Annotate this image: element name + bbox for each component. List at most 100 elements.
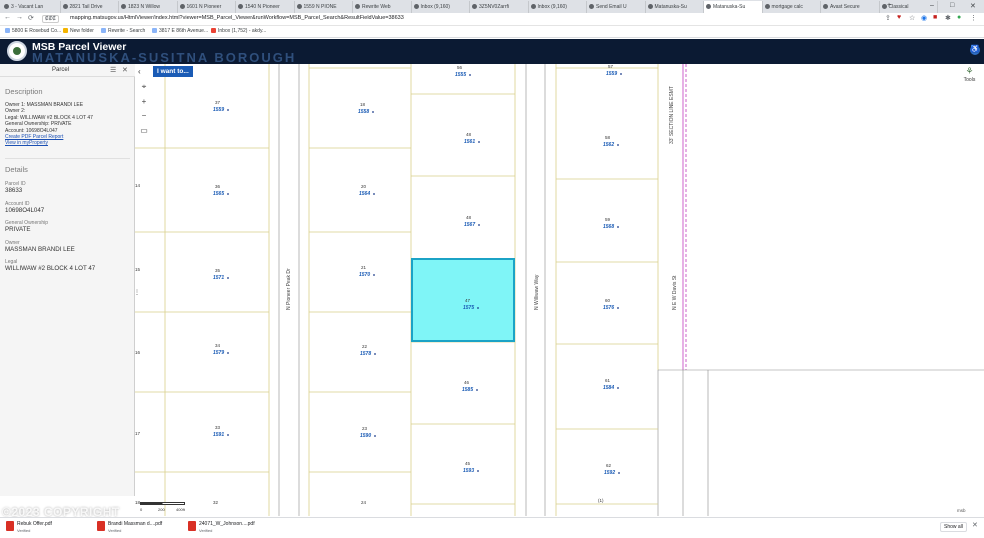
browser-tab[interactable]: 1823 N Willow [119, 1, 178, 13]
bookmark-label: 3817 E 86th Avenue... [159, 28, 209, 34]
maximize-icon[interactable]: □ [950, 2, 954, 9]
accessibility-icon[interactable]: ♿ [970, 45, 980, 55]
description-line: Owner 1: MASSMAN BRANDI LEE [5, 102, 84, 108]
block-number-label: 17 [135, 431, 141, 436]
browser-tab[interactable]: 1559 N PIONE [295, 1, 353, 13]
parcel-centroid-dot [469, 74, 471, 76]
parcel-address-number: 1576 [603, 305, 614, 311]
parcel-lot-number: 18 [360, 102, 366, 107]
bookmark-item[interactable]: Rewrite - Search [101, 28, 145, 34]
bookmark-icon [101, 28, 106, 33]
share-icon[interactable]: ⇪ [885, 14, 891, 22]
download-item[interactable]: 24071_W_Johnson....pdf Verified [188, 519, 278, 536]
extension-heart-icon[interactable]: ♥ [897, 14, 901, 21]
download-name: Brandi Massman d....pdf [108, 521, 163, 527]
reload-icon[interactable]: ⟳ [28, 14, 34, 22]
tools-button[interactable]: ⚘ Tools [957, 66, 982, 88]
street-label-pioneer-peak: N Pioneer Peak Dr [286, 268, 292, 310]
minimize-icon[interactable]: – [930, 2, 934, 9]
bookmark-item[interactable]: New folder [63, 28, 94, 34]
close-window-icon[interactable]: ✕ [970, 2, 976, 10]
browser-tab[interactable]: 1540 N Pioneer [236, 1, 295, 13]
close-shelf-icon[interactable]: ✕ [972, 521, 978, 529]
panel-list-icon[interactable]: ☰ [110, 66, 116, 74]
parcel-centroid-dot [478, 224, 480, 226]
browser-menu-icon[interactable]: ⋮ [970, 14, 977, 22]
bookmarks-book-icon[interactable]: ▭ [138, 125, 150, 136]
bookmark-item[interactable]: 3817 E 86th Avenue... [152, 28, 208, 34]
browser-tab[interactable]: Avast Secure [821, 1, 880, 13]
browser-tab[interactable]: Send Email U [587, 1, 646, 13]
browser-tab[interactable]: 3 - Vacant Lan [2, 1, 61, 13]
extensions-puzzle-icon[interactable]: ✱ [945, 14, 951, 22]
parcel-lot-number: 32 [213, 500, 219, 505]
pdf-icon [97, 521, 105, 531]
description-heading: Description [5, 87, 43, 96]
panel-title: Parcel [52, 67, 70, 73]
star-icon[interactable]: ☆ [909, 14, 915, 22]
pdf-icon [188, 521, 196, 531]
panel-resize-handle[interactable]: ⋮ [134, 288, 140, 299]
show-all-downloads-button[interactable]: Show all [940, 522, 967, 532]
parcel-centroid-dot [374, 435, 376, 437]
bookmark-item[interactable]: 5800 E Rosebud Co... [5, 28, 61, 34]
description-link[interactable]: View in myProperty [5, 140, 48, 146]
url-field[interactable]: mapping.matsugov.us/HtmlViewer/index.htm… [70, 15, 404, 21]
back-icon[interactable]: ← [4, 14, 11, 21]
selected-parcel[interactable] [411, 258, 515, 342]
parcel-centroid-dot [618, 472, 620, 474]
collapse-panel-icon[interactable]: ‹ [138, 67, 141, 76]
parcel-lot-number: 33 [215, 425, 221, 430]
locate-icon[interactable]: ⌖ [138, 81, 150, 92]
parcel-lot-number: (1) [598, 498, 604, 503]
browser-tab[interactable]: Rewrite Web [353, 1, 412, 13]
download-item[interactable]: Brandi Massman d....pdf Verified [97, 519, 187, 536]
parcel-map[interactable]: 5615555715593715591815584815615815623615… [135, 64, 984, 516]
browser-tab[interactable]: 1601 N Pioneer [178, 1, 236, 13]
panel-close-icon[interactable]: ✕ [122, 66, 128, 74]
bookmark-label: 5800 E Rosebud Co... [12, 28, 62, 34]
parcel-address-number: 1585 [462, 387, 473, 393]
extension-red-icon[interactable]: ■ [933, 14, 937, 21]
browser-tab[interactable]: mortgage calc [763, 1, 821, 13]
bookmark-icon [152, 28, 157, 33]
browser-tab[interactable]: Inbox (9,160) [529, 1, 587, 13]
browser-tab[interactable]: Inbox (9,160) [412, 1, 470, 13]
parcel-centroid-dot [617, 387, 619, 389]
description-line: General Ownership: PRIVATE [5, 121, 72, 128]
description-link[interactable]: Create PDF Parcel Report [5, 134, 63, 140]
i-want-to-button[interactable]: I want to... [153, 66, 193, 77]
parcel-address-number: 1565 [213, 191, 224, 197]
zoom-out-button[interactable]: − [138, 110, 150, 121]
bookmark-item[interactable]: Inbox (1,752) - akdy... [211, 28, 266, 34]
download-item[interactable]: Rebuk Offer.pdf Verified [6, 519, 86, 536]
new-tab-icon[interactable]: + [887, 2, 891, 9]
browser-tab[interactable]: 3Z5NV0Zarrfi [470, 1, 529, 13]
browser-tab[interactable]: Matanuska-Su [646, 1, 704, 13]
parcel-lot-number: 62 [606, 463, 612, 468]
browser-tab[interactable]: 2821 Tail Drive [61, 1, 119, 13]
parcel-lot-number: 57 [608, 64, 614, 69]
extension-icon[interactable]: ◉ [921, 14, 927, 22]
parcel-centroid-dot [477, 470, 479, 472]
detail-value: WILLIWAW #2 BLOCK 4 LOT 47 [5, 265, 96, 272]
parcel-lot-number: 23 [362, 426, 368, 431]
parcel-lot-number: 45 [465, 461, 471, 466]
security-indicator[interactable]: ₡₡₡ [42, 15, 59, 23]
tab-favicon-icon [413, 4, 419, 9]
parcel-centroid-dot [373, 274, 375, 276]
zoom-in-button[interactable]: + [138, 96, 150, 107]
detail-value: PRIVATE [5, 226, 31, 233]
tab-favicon-icon [706, 4, 711, 9]
map-view[interactable]: 56 1555 57 1559 37 1559 18 1558 48 1561 58 1562 36 15… [135, 64, 984, 516]
tab-favicon-icon [121, 4, 126, 9]
tab-label: Avast Secure [830, 4, 860, 10]
profile-avatar-icon[interactable]: ● [957, 14, 961, 21]
parcel-address-number: 1562 [603, 142, 614, 148]
tab-favicon-icon [823, 4, 828, 9]
forward-icon[interactable]: → [16, 14, 23, 21]
tab-label: 3 - Vacant Lan [11, 4, 44, 10]
parcel-centroid-dot [227, 109, 229, 111]
parcel-centroid-dot [227, 352, 229, 354]
browser-tab[interactable]: Matanuska-Su [704, 1, 763, 13]
